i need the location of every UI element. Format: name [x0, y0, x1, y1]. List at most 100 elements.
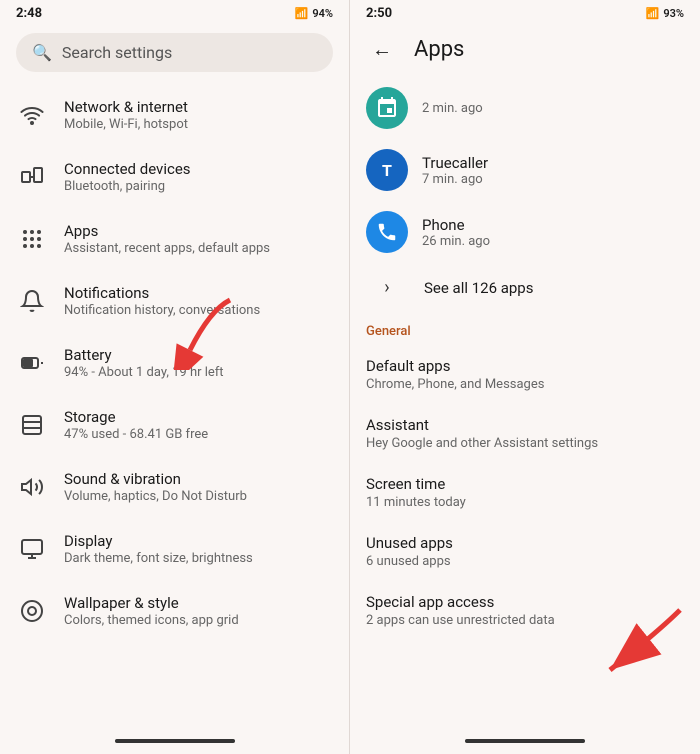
app-1-text: 2 min. ago — [422, 101, 483, 116]
recent-app-1[interactable]: 2 min. ago — [350, 77, 700, 139]
display-title: Display — [64, 532, 253, 550]
see-all-apps[interactable]: › See all 126 apps — [350, 263, 700, 312]
network-title: Network & internet — [64, 98, 188, 116]
storage-icon — [16, 409, 48, 441]
screen-time-subtitle: 11 minutes today — [366, 495, 684, 510]
truecaller-name: Truecaller — [422, 154, 488, 172]
assistant-subtitle: Hey Google and other Assistant settings — [366, 436, 684, 451]
connected-text: Connected devices Bluetooth, pairing — [64, 160, 191, 194]
right-bottom-bar — [350, 734, 700, 754]
wifi-icon — [16, 99, 48, 131]
display-subtitle: Dark theme, font size, brightness — [64, 551, 253, 566]
search-placeholder: Search settings — [62, 43, 172, 62]
apps-text: Apps Assistant, recent apps, default app… — [64, 222, 270, 256]
left-bottom-bar — [0, 734, 349, 754]
assistant-title: Assistant — [366, 416, 684, 434]
wallpaper-icon — [16, 595, 48, 627]
right-time: 2:50 — [366, 6, 392, 21]
right-status-bar: 2:50 📶 93% — [350, 0, 700, 25]
settings-item-battery[interactable]: Battery 94% - About 1 day, 19 hr left — [0, 332, 349, 394]
notifications-subtitle: Notification history, conversations — [64, 303, 260, 318]
left-status-bar: 2:48 📶 94% — [0, 0, 349, 25]
truecaller-time: 7 min. ago — [422, 172, 488, 187]
apps-page-title: Apps — [414, 37, 464, 62]
settings-item-notifications[interactable]: Notifications Notification history, conv… — [0, 270, 349, 332]
settings-item-display[interactable]: Display Dark theme, font size, brightnes… — [0, 518, 349, 580]
settings-list: Network & internet Mobile, Wi-Fi, hotspo… — [0, 84, 349, 734]
right-header: ← Apps — [350, 25, 700, 77]
app-icon-phone — [366, 211, 408, 253]
recent-app-truecaller[interactable]: T Truecaller 7 min. ago — [350, 139, 700, 201]
general-item-unused-apps[interactable]: Unused apps 6 unused apps — [350, 522, 700, 581]
unused-apps-subtitle: 6 unused apps — [366, 554, 684, 569]
general-item-default-apps[interactable]: Default apps Chrome, Phone, and Messages — [350, 345, 700, 404]
search-bar[interactable]: 🔍 Search settings — [16, 33, 333, 72]
general-item-assistant[interactable]: Assistant Hey Google and other Assistant… — [350, 404, 700, 463]
left-time: 2:48 — [16, 6, 42, 21]
right-battery-status: 93% — [663, 7, 684, 20]
apps-title: Apps — [64, 222, 270, 240]
see-all-arrow-icon: › — [366, 277, 408, 298]
right-home-indicator — [465, 739, 585, 743]
back-button[interactable]: ← — [366, 33, 398, 65]
battery-title: Battery — [64, 346, 224, 364]
app-icon-1 — [366, 87, 408, 129]
right-panel: 2:50 📶 93% ← Apps 2 min. ago T — [350, 0, 700, 754]
see-all-text: See all 126 apps — [424, 279, 533, 297]
storage-subtitle: 47% used - 68.41 GB free — [64, 427, 208, 442]
wallpaper-text: Wallpaper & style Colors, themed icons, … — [64, 594, 239, 628]
settings-item-wallpaper[interactable]: Wallpaper & style Colors, themed icons, … — [0, 580, 349, 642]
battery-subtitle: 94% - About 1 day, 19 hr left — [64, 365, 224, 380]
connected-title: Connected devices — [64, 160, 191, 178]
settings-item-sound[interactable]: Sound & vibration Volume, haptics, Do No… — [0, 456, 349, 518]
app-1-time: 2 min. ago — [422, 101, 483, 116]
default-apps-title: Default apps — [366, 357, 684, 375]
sound-text: Sound & vibration Volume, haptics, Do No… — [64, 470, 247, 504]
network-text: Network & internet Mobile, Wi-Fi, hotspo… — [64, 98, 188, 132]
left-panel: 2:48 📶 94% 🔍 Search settings Network & i… — [0, 0, 350, 754]
phone-name: Phone — [422, 216, 490, 234]
special-access-subtitle: 2 apps can use unrestricted data — [366, 613, 684, 628]
screen-time-title: Screen time — [366, 475, 684, 493]
notifications-icon — [16, 285, 48, 317]
battery-status: 94% — [312, 7, 333, 20]
battery-text: Battery 94% - About 1 day, 19 hr left — [64, 346, 224, 380]
network-subtitle: Mobile, Wi-Fi, hotspot — [64, 117, 188, 132]
storage-title: Storage — [64, 408, 208, 426]
phone-text: Phone 26 min. ago — [422, 216, 490, 249]
apps-list: 2 min. ago T Truecaller 7 min. ago Phone… — [350, 77, 700, 734]
display-icon — [16, 533, 48, 565]
right-status-icons: 📶 93% — [646, 7, 684, 20]
settings-item-apps[interactable]: Apps Assistant, recent apps, default app… — [0, 208, 349, 270]
default-apps-subtitle: Chrome, Phone, and Messages — [366, 377, 684, 392]
wallpaper-title: Wallpaper & style — [64, 594, 239, 612]
sound-icon — [16, 471, 48, 503]
storage-text: Storage 47% used - 68.41 GB free — [64, 408, 208, 442]
notifications-text: Notifications Notification history, conv… — [64, 284, 260, 318]
general-section-label: General — [350, 312, 700, 345]
general-item-special-access[interactable]: Special app access 2 apps can use unrest… — [350, 581, 700, 640]
left-status-icons: 📶 94% — [295, 7, 333, 20]
recent-app-phone[interactable]: Phone 26 min. ago — [350, 201, 700, 263]
settings-item-connected[interactable]: Connected devices Bluetooth, pairing — [0, 146, 349, 208]
home-indicator — [115, 739, 235, 743]
apps-icon — [16, 223, 48, 255]
truecaller-text: Truecaller 7 min. ago — [422, 154, 488, 187]
notifications-title: Notifications — [64, 284, 260, 302]
connected-icon — [16, 161, 48, 193]
app-icon-truecaller: T — [366, 149, 408, 191]
sim-icon: 📶 — [295, 7, 309, 20]
settings-item-network[interactable]: Network & internet Mobile, Wi-Fi, hotspo… — [0, 84, 349, 146]
apps-subtitle: Assistant, recent apps, default apps — [64, 241, 270, 256]
general-item-screen-time[interactable]: Screen time 11 minutes today — [350, 463, 700, 522]
search-icon: 🔍 — [32, 43, 52, 62]
wallpaper-subtitle: Colors, themed icons, app grid — [64, 613, 239, 628]
battery-icon — [16, 347, 48, 379]
sound-title: Sound & vibration — [64, 470, 247, 488]
unused-apps-title: Unused apps — [366, 534, 684, 552]
connected-subtitle: Bluetooth, pairing — [64, 179, 191, 194]
display-text: Display Dark theme, font size, brightnes… — [64, 532, 253, 566]
phone-time: 26 min. ago — [422, 234, 490, 249]
special-access-title: Special app access — [366, 593, 684, 611]
settings-item-storage[interactable]: Storage 47% used - 68.41 GB free — [0, 394, 349, 456]
